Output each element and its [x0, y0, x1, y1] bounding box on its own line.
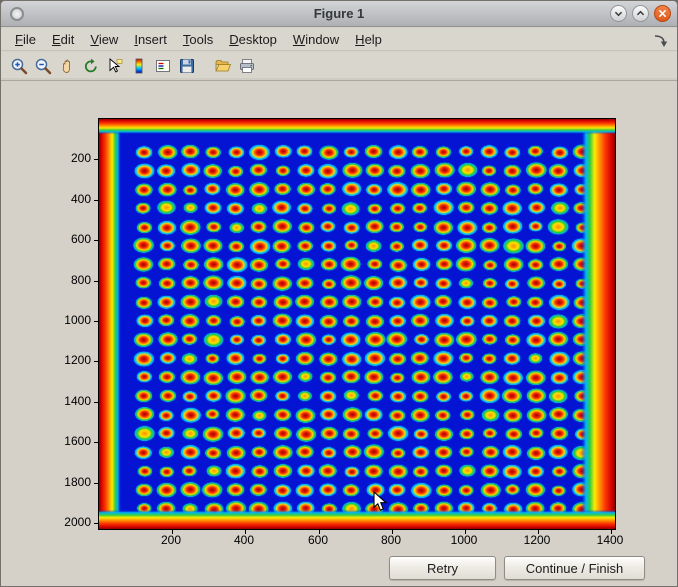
- y-tick-mark: [94, 321, 98, 322]
- data-cursor-button[interactable]: [103, 54, 127, 78]
- menu-file[interactable]: File: [7, 29, 44, 50]
- data-cursor-icon: [106, 57, 124, 75]
- x-tick-label: 200: [141, 533, 201, 547]
- menu-desktop[interactable]: Desktop: [221, 29, 285, 50]
- y-tick-label: 1400: [1, 394, 91, 408]
- y-tick-label: 400: [1, 192, 91, 206]
- open-folder-icon: [214, 57, 232, 75]
- zoom-out-button[interactable]: [31, 54, 55, 78]
- zoom-in-icon: [10, 57, 28, 75]
- y-tick-mark: [94, 523, 98, 524]
- insert-legend-icon: [154, 57, 172, 75]
- rotate-3d-icon: [82, 57, 100, 75]
- printer-icon: [238, 57, 256, 75]
- y-tick-mark: [94, 361, 98, 362]
- minimize-button[interactable]: [610, 5, 627, 22]
- chevron-down-icon: [611, 6, 626, 21]
- y-tick-mark: [94, 483, 98, 484]
- open-file-button[interactable]: [211, 54, 235, 78]
- y-tick-label: 2000: [1, 515, 91, 529]
- y-tick-mark: [94, 402, 98, 403]
- figure-window: Figure 1 File Edit View Insert Tools Des…: [0, 0, 678, 587]
- x-tick-mark: [319, 530, 320, 534]
- close-button[interactable]: [654, 5, 671, 22]
- window-title: Figure 1: [1, 6, 677, 21]
- y-tick-mark: [94, 200, 98, 201]
- x-tick-label: 1400: [580, 533, 640, 547]
- x-tick-mark: [245, 530, 246, 534]
- x-tick-label: 600: [288, 533, 348, 547]
- save-icon: [178, 57, 196, 75]
- pan-button[interactable]: [55, 54, 79, 78]
- menu-help[interactable]: Help: [347, 29, 390, 50]
- insert-colorbar-icon: [130, 57, 148, 75]
- x-tick-mark: [392, 530, 393, 534]
- chevron-up-icon: [633, 6, 648, 21]
- y-tick-mark: [94, 159, 98, 160]
- menu-window[interactable]: Window: [285, 29, 347, 50]
- y-tick-label: 1800: [1, 475, 91, 489]
- insert-legend-button[interactable]: [151, 54, 175, 78]
- menubar: File Edit View Insert Tools Desktop Wind…: [1, 28, 677, 51]
- y-tick-label: 1200: [1, 353, 91, 367]
- zoom-out-icon: [34, 57, 52, 75]
- insert-colorbar-button[interactable]: [127, 54, 151, 78]
- menu-edit[interactable]: Edit: [44, 29, 82, 50]
- y-tick-label: 600: [1, 232, 91, 246]
- y-tick-label: 1600: [1, 434, 91, 448]
- y-tick-label: 1000: [1, 313, 91, 327]
- menu-tools[interactable]: Tools: [175, 29, 221, 50]
- y-tick-mark: [94, 240, 98, 241]
- plot-canvas[interactable]: [99, 119, 615, 529]
- menu-insert[interactable]: Insert: [126, 29, 175, 50]
- titlebar[interactable]: Figure 1: [1, 1, 677, 27]
- pan-hand-icon: [58, 57, 76, 75]
- dock-figure-icon: [651, 31, 669, 49]
- y-tick-mark: [94, 281, 98, 282]
- maximize-button[interactable]: [632, 5, 649, 22]
- x-tick-label: 800: [361, 533, 421, 547]
- zoom-in-button[interactable]: [7, 54, 31, 78]
- x-tick-label: 400: [214, 533, 274, 547]
- menu-view[interactable]: View: [82, 29, 126, 50]
- print-button[interactable]: [235, 54, 259, 78]
- x-tick-label: 1000: [434, 533, 494, 547]
- close-icon: [655, 6, 670, 21]
- figure-toolbar: [1, 52, 677, 81]
- plot-area: [98, 118, 616, 530]
- x-tick-mark: [172, 530, 173, 534]
- retry-button[interactable]: Retry: [389, 556, 496, 580]
- y-tick-label: 200: [1, 151, 91, 165]
- save-figure-button[interactable]: [175, 54, 199, 78]
- y-tick-label: 800: [1, 273, 91, 287]
- y-tick-mark: [94, 442, 98, 443]
- x-tick-mark: [611, 530, 612, 534]
- dock-figure-button[interactable]: [651, 31, 669, 49]
- x-tick-mark: [465, 530, 466, 534]
- toolbar-separator: [199, 54, 211, 78]
- x-tick-mark: [538, 530, 539, 534]
- window-controls: [610, 5, 671, 22]
- x-tick-label: 1200: [507, 533, 567, 547]
- rotate-3d-button[interactable]: [79, 54, 103, 78]
- continue-finish-button[interactable]: Continue / Finish: [504, 556, 645, 580]
